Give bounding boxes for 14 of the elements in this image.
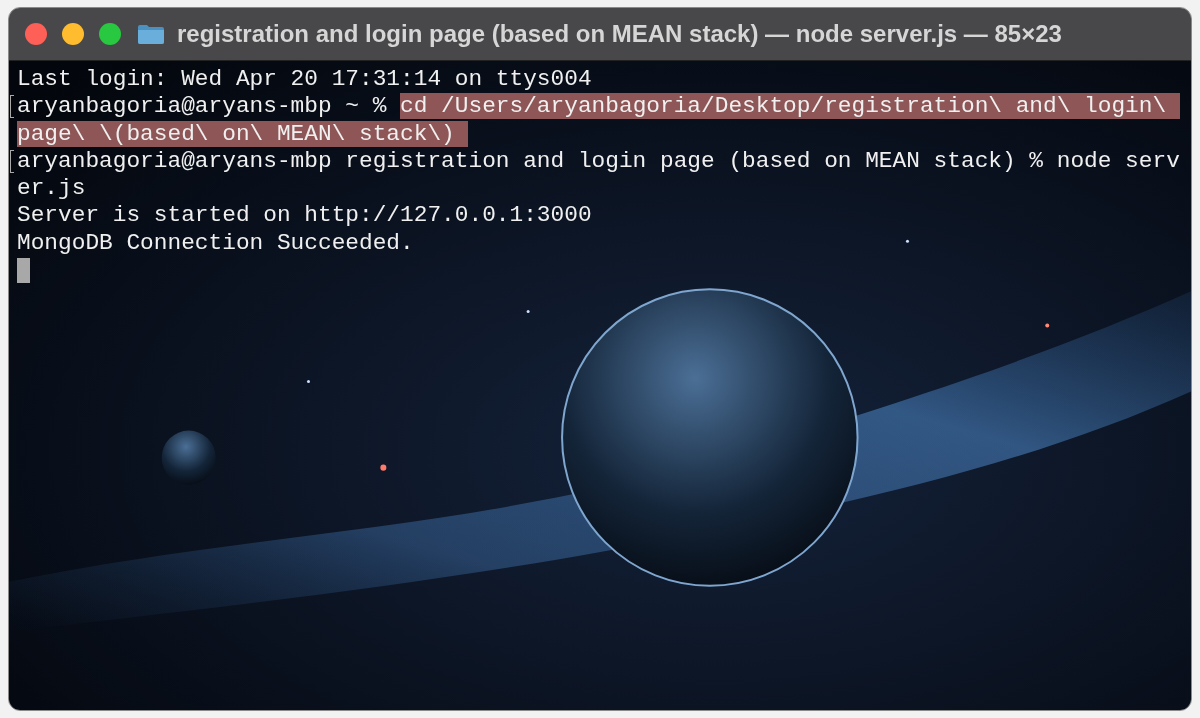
zoom-button[interactable] bbox=[99, 23, 121, 45]
terminal-text: MongoDB Connection Succeeded. bbox=[17, 229, 414, 256]
terminal-text: er.js bbox=[17, 175, 86, 202]
selected-text: page\ \(based\ on\ MEAN\ stack\) bbox=[17, 120, 469, 147]
selected-text: cd /Users/aryanbagoria/Desktop/registration\ and\ login\ bbox=[400, 93, 1180, 120]
window-title: registration and login page (based on MEAN stack) — node server.js — 85×23 bbox=[177, 20, 1062, 48]
terminal-text: aryanbagoria@aryans-mbp registration and login page (based on MEAN stack) % node serv bbox=[17, 147, 1180, 174]
terminal-text: Last login: Wed Apr 20 17:31:14 on ttys004 bbox=[17, 66, 592, 92]
text-cursor bbox=[17, 257, 30, 283]
close-button[interactable] bbox=[25, 23, 47, 45]
folder-icon bbox=[137, 23, 165, 45]
terminal-text: Server is started on http://127.0.0.1:3000 bbox=[17, 202, 592, 229]
terminal-text: aryanbagoria@aryans-mbp ~ % bbox=[17, 93, 388, 120]
minimize-button[interactable] bbox=[62, 23, 84, 45]
